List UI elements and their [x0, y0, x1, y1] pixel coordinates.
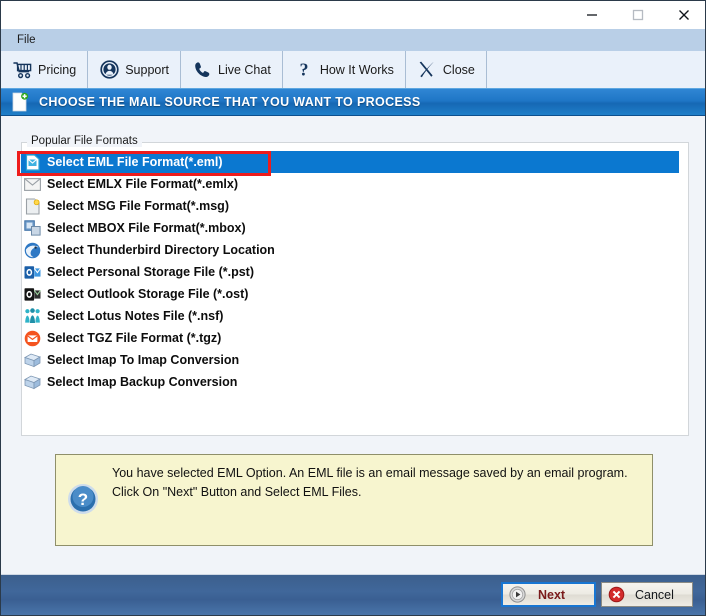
close-icon [677, 8, 691, 22]
svg-text:?: ? [299, 60, 308, 79]
toolbar-label-how-it-works: How It Works [319, 62, 394, 77]
list-item-label: Select Personal Storage File (*.pst) [47, 265, 255, 279]
document-add-icon [11, 92, 29, 112]
toolbar-label-support: Support [125, 62, 169, 77]
toolbar-item-live-chat[interactable]: Live Chat [181, 51, 283, 88]
list-item-eml[interactable]: Select EML File Format(*.eml) [21, 151, 679, 173]
group-label-popular-file-formats: Popular File Formats [27, 135, 142, 147]
toolbar: Pricing Support Live Chat ? How It Works… [1, 51, 705, 89]
tgz-mail-icon [24, 330, 41, 347]
next-button[interactable]: Next [501, 582, 596, 607]
cancel-x-icon [607, 586, 625, 604]
minimize-icon [585, 8, 599, 22]
question-mark-icon: ? [294, 60, 314, 80]
list-item-pst[interactable]: Select Personal Storage File (*.pst) [21, 261, 689, 283]
file-format-list: Select EML File Format(*.eml) Select EML… [21, 151, 689, 393]
menu-file[interactable]: File [9, 32, 44, 48]
toolbar-item-pricing[interactable]: Pricing [1, 51, 89, 88]
list-item-label: Select Outlook Storage File (*.ost) [47, 287, 249, 301]
list-item-imap-to-imap[interactable]: Select Imap To Imap Conversion [21, 349, 689, 371]
menu-bar: File [1, 29, 705, 51]
list-item-label: Select Lotus Notes File (*.nsf) [47, 309, 224, 323]
phone-icon [192, 60, 212, 80]
list-item-imap-backup[interactable]: Select Imap Backup Conversion [21, 371, 689, 393]
info-text: You have selected EML Option. An EML fil… [112, 466, 628, 499]
list-item-label: Select Imap To Imap Conversion [47, 353, 240, 367]
list-item-label: Select MSG File Format(*.msg) [47, 199, 229, 213]
toolbar-label-pricing: Pricing [38, 62, 77, 77]
list-item-thunderbird[interactable]: Select Thunderbird Directory Location [21, 239, 689, 261]
x-mark-icon [417, 60, 437, 80]
list-item-label: Select MBOX File Format(*.mbox) [47, 221, 246, 235]
svg-text:?: ? [78, 490, 88, 509]
envelope-icon [24, 176, 41, 193]
list-item-ost[interactable]: Select Outlook Storage File (*.ost) [21, 283, 689, 305]
toolbar-item-how-it-works[interactable]: ? How It Works [283, 51, 406, 88]
minimize-button[interactable] [569, 1, 615, 29]
list-item-emlx[interactable]: Select EMLX File Format(*.emlx) [21, 173, 689, 195]
banner-title: CHOOSE THE MAIL SOURCE THAT YOU WANT TO … [39, 95, 421, 109]
list-item-label: Select Imap Backup Conversion [47, 375, 238, 389]
help-question-icon: ? [64, 480, 102, 518]
toolbar-item-support[interactable]: Support [88, 51, 181, 88]
msg-file-icon [24, 197, 41, 215]
maximize-button[interactable] [615, 1, 661, 29]
list-item-label: Select EML File Format(*.eml) [47, 155, 223, 169]
shopping-cart-icon [12, 60, 32, 80]
toolbar-label-close: Close [442, 62, 475, 77]
toolbar-item-close[interactable]: Close [406, 51, 487, 88]
section-banner: CHOOSE THE MAIL SOURCE THAT YOU WANT TO … [1, 88, 705, 116]
list-item-tgz[interactable]: Select TGZ File Format (*.tgz) [21, 327, 689, 349]
list-item-label: Select Thunderbird Directory Location [47, 243, 275, 257]
list-item-nsf[interactable]: Select Lotus Notes File (*.nsf) [21, 305, 689, 327]
imap-box-icon [24, 374, 41, 391]
imap-box-icon [24, 352, 41, 369]
list-item-label: Select TGZ File Format (*.tgz) [47, 331, 222, 345]
mbox-icon [24, 220, 41, 237]
thunderbird-icon [24, 242, 41, 259]
cancel-button-label: Cancel [635, 587, 674, 602]
cancel-button[interactable]: Cancel [601, 582, 693, 607]
list-item-msg[interactable]: Select MSG File Format(*.msg) [21, 195, 689, 217]
user-circle-icon [99, 60, 119, 80]
info-panel: ? You have selected EML Option. An EML f… [55, 454, 653, 546]
list-item-mbox[interactable]: Select MBOX File Format(*.mbox) [21, 217, 689, 239]
play-circle-icon [508, 586, 526, 604]
close-button[interactable] [661, 1, 705, 29]
outlook-pst-icon [24, 264, 41, 281]
next-button-label: Next [538, 587, 566, 602]
eml-file-icon [24, 153, 41, 171]
maximize-icon [631, 8, 645, 22]
application-window: File Pricing Support Live Chat ? How It … [0, 0, 706, 616]
outlook-ost-icon [24, 286, 41, 303]
lotus-notes-icon [24, 308, 41, 325]
toolbar-label-live-chat: Live Chat [218, 62, 271, 77]
list-item-label: Select EMLX File Format(*.emlx) [47, 177, 239, 191]
title-bar [1, 1, 705, 29]
